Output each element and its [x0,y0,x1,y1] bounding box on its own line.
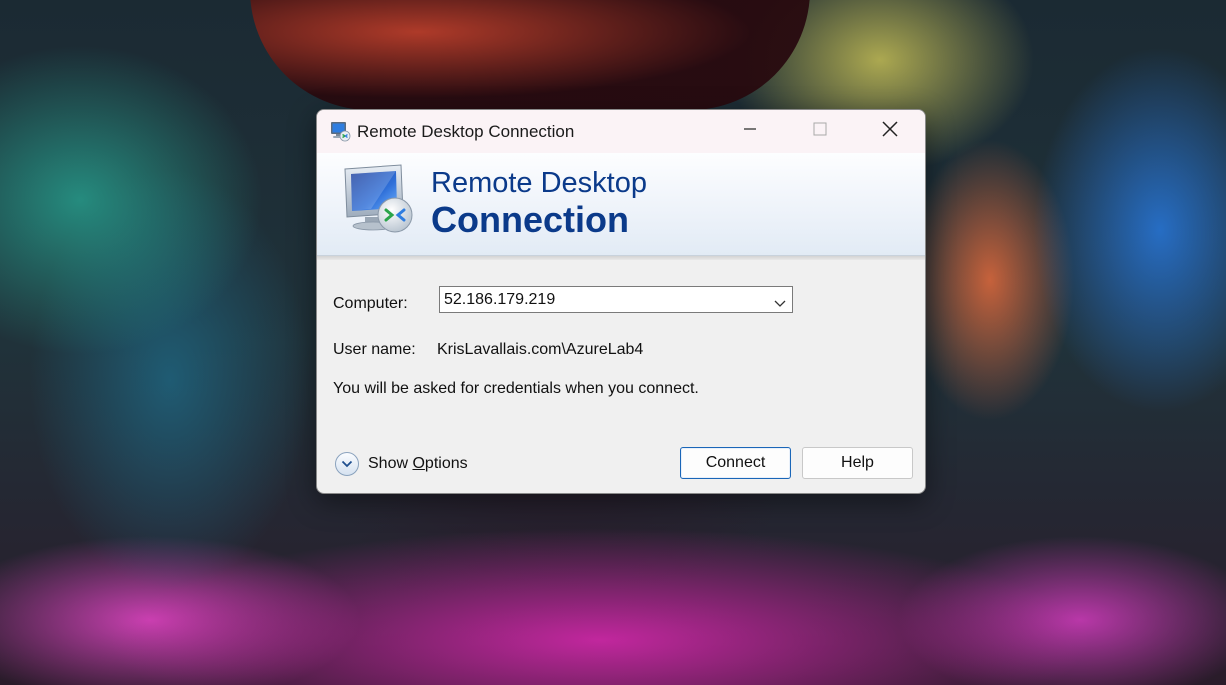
banner-title-line2: Connection [431,199,629,240]
computer-combobox[interactable]: 52.186.179.219 [439,286,793,313]
credentials-note: You will be asked for credentials when y… [333,380,699,397]
remote-desktop-dialog: Remote Desktop Connection Remote Desktop… [316,109,926,494]
maximize-icon [813,122,827,141]
close-icon [882,121,898,142]
remote-desktop-monitor-icon [341,163,417,244]
show-options-toggle[interactable]: Show Options [335,451,468,477]
username-label: User name: [333,341,416,358]
maximize-button[interactable] [785,110,855,153]
banner-title-line1: Remote Desktop [431,167,647,199]
header-banner: Remote Desktop Connection [317,153,925,256]
help-button[interactable]: Help [802,447,913,479]
close-button[interactable] [855,110,925,153]
username-value: KrisLavallais.com\AzureLab4 [437,341,644,358]
window-title: Remote Desktop Connection [357,122,575,141]
minimize-button[interactable] [715,110,785,153]
computer-value: 52.186.179.219 [444,291,556,308]
expand-chevron-icon[interactable] [335,452,359,476]
remote-desktop-app-icon [329,120,351,147]
title-bar[interactable]: Remote Desktop Connection [317,110,925,153]
computer-label: Computer: [333,295,408,312]
connect-button[interactable]: Connect [680,447,791,479]
banner-divider [317,256,925,260]
chevron-down-icon[interactable] [774,295,786,313]
show-options-label: Show Options [368,455,468,472]
minimize-icon [743,122,757,141]
wallpaper-sunglasses [250,0,810,110]
